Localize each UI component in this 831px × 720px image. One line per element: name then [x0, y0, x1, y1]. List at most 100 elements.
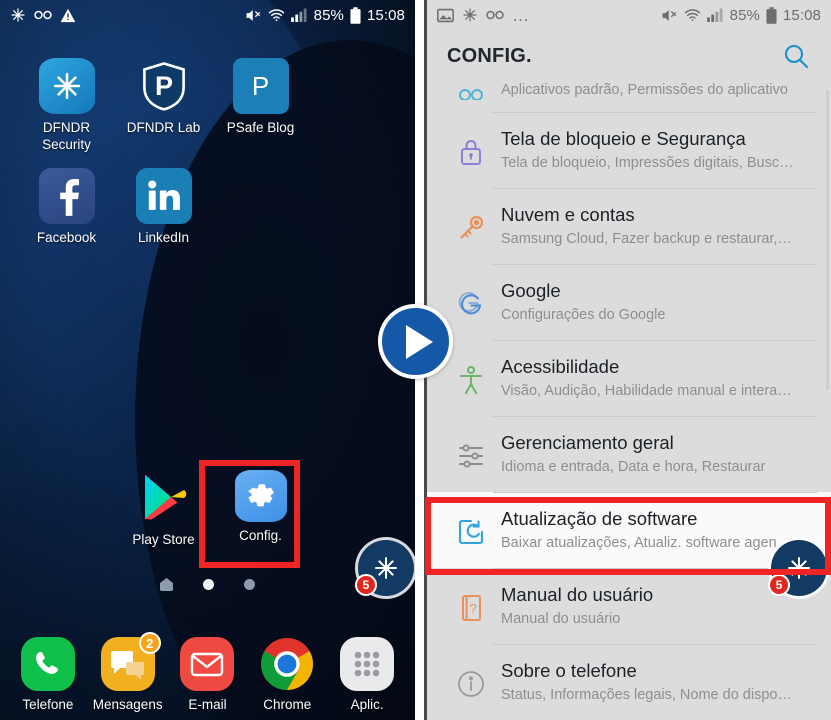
dock: Telefone 2 Mensagens E-mail Chrome Aplic…	[0, 632, 415, 712]
badge-count: 2	[138, 632, 161, 654]
settings-row-nuvem-e-contas[interactable]: Nuvem e contas Samsung Cloud, Fazer back…	[427, 188, 831, 264]
dock-item-telefone[interactable]: Telefone	[12, 636, 84, 712]
settings-header: CONFIG.	[427, 30, 831, 82]
mute-icon	[245, 8, 262, 23]
left-phone-home-screen: 85% 15:08 DFNDR Security P DFNDR Lab P P…	[0, 0, 415, 720]
settings-row-subtitle: Visão, Audição, Habilidade manual e inte…	[501, 383, 792, 400]
settings-list[interactable]: Aplicativos padrão, Permissões do aplica…	[427, 80, 831, 720]
more-dots-icon: …	[512, 5, 530, 25]
bubble-badge: 5	[355, 574, 377, 596]
settings-row-subtitle: Tela de bloqueio, Impressões digitais, B…	[501, 155, 794, 172]
wifi-icon	[268, 8, 285, 22]
dock-item-email[interactable]: E-mail	[171, 636, 243, 712]
linkedin-icon	[135, 167, 192, 224]
app-row-3: Play Store Config.	[0, 470, 309, 549]
page-title: CONFIG.	[447, 44, 532, 67]
floating-dfndr-bubble[interactable]: 5	[768, 540, 827, 596]
facebook-icon	[38, 167, 95, 224]
active-page-dot[interactable]	[203, 579, 214, 590]
app-play-store[interactable]: Play Store	[115, 470, 212, 549]
app-linkedin[interactable]: LinkedIn	[115, 167, 212, 247]
battery-percent-label: 85%	[313, 6, 344, 24]
settings-row-text: Tela de bloqueio e Segurança Tela de blo…	[501, 126, 813, 172]
settings-row-title: Manual do usuário	[501, 584, 654, 605]
settings-row-title: Acessibilidade	[501, 356, 620, 377]
user-manual-icon: ?	[449, 586, 493, 630]
settings-row-title: Tela de bloqueio e Segurança	[501, 128, 746, 149]
phone-icon	[20, 636, 76, 692]
settings-row-aplicativos[interactable]: Aplicativos padrão, Permissões do aplica…	[427, 80, 831, 112]
dock-item-aplic[interactable]: Aplic.	[331, 636, 403, 712]
settings-row-atualizacao-de-software[interactable]: Atualização de software Baixar atualizaç…	[427, 492, 831, 568]
settings-row-title: Nuvem e contas	[501, 204, 635, 225]
battery-percent-label: 85%	[729, 6, 760, 24]
page-indicator	[0, 578, 415, 591]
right-phone-settings-screen: … 85% 15:08 CONFIG. Aplicativos padrão, …	[424, 0, 831, 720]
settings-row-title: Sobre o telefone	[501, 660, 637, 681]
software-update-icon	[449, 510, 493, 554]
app-label: Play Store	[132, 532, 195, 547]
voicemail-icon	[486, 9, 504, 21]
app-dfndr-lab[interactable]: P DFNDR Lab	[115, 58, 212, 154]
settings-row-text: Manual do usuário Manual do usuário	[501, 582, 813, 628]
google-g-icon	[449, 282, 493, 326]
dock-item-chrome[interactable]: Chrome	[251, 636, 323, 712]
settings-row-text: Acessibilidade Visão, Audição, Habilidad…	[501, 354, 813, 400]
app-dfndr-security[interactable]: DFNDR Security	[18, 58, 115, 154]
lock-icon	[449, 130, 493, 174]
play-triangle-icon	[405, 324, 433, 359]
settings-row-title: Gerenciamento geral	[501, 432, 674, 453]
messages-icon: 2	[100, 632, 161, 692]
left-status-bar-icons	[10, 7, 76, 23]
settings-row-sobre-o-telefone[interactable]: Sobre o telefone Status, Informações leg…	[427, 644, 831, 720]
dfndr-security-icon	[38, 58, 95, 114]
app-label: Config.	[239, 528, 282, 543]
settings-gear-icon	[234, 470, 287, 522]
floating-dfndr-bubble[interactable]: 5	[355, 540, 414, 596]
warning-triangle-icon	[60, 8, 76, 23]
dock-label: E-mail	[188, 697, 227, 712]
app-label: PSafe Blog	[226, 120, 295, 135]
home-page-dot[interactable]	[160, 578, 173, 591]
settings-row-title: Atualização de software	[501, 508, 698, 529]
signal-icon	[290, 8, 308, 22]
svg-text:?: ?	[469, 601, 476, 616]
settings-row-acessibilidade[interactable]: Acessibilidade Visão, Audição, Habilidad…	[427, 340, 831, 416]
right-status-bar: … 85% 15:08	[427, 0, 831, 30]
scrollbar[interactable]	[826, 90, 829, 390]
apps-rings-icon	[449, 80, 493, 100]
battery-icon	[766, 6, 777, 24]
settings-row-text: Google Configurações do Google	[501, 278, 813, 324]
settings-row-text: Atualização de software Baixar atualizaç…	[501, 506, 813, 552]
settings-row-text: Nuvem e contas Samsung Cloud, Fazer back…	[501, 202, 813, 248]
play-store-icon	[136, 470, 192, 526]
settings-row-title: Google	[501, 280, 561, 301]
settings-row-subtitle: Samsung Cloud, Fazer backup e restaurar,…	[501, 231, 792, 248]
mute-icon	[661, 8, 678, 23]
left-status-bar: 85% 15:08	[0, 0, 415, 30]
app-label: DFNDR Lab	[126, 120, 201, 135]
app-row-2: Facebook LinkedIn	[0, 167, 415, 247]
sliders-icon	[449, 434, 493, 478]
svg-text:P: P	[154, 71, 172, 101]
inactive-page-dot[interactable]	[244, 579, 255, 590]
settings-row-text: Gerenciamento geral Idioma e entrada, Da…	[501, 430, 813, 476]
search-icon[interactable]	[781, 41, 811, 71]
left-status-bar-right: 85% 15:08	[245, 7, 405, 24]
signal-icon	[706, 8, 724, 22]
dfndr-star-icon	[462, 7, 478, 23]
settings-row-subtitle: Status, Informações legais, Nome do disp…	[501, 687, 792, 704]
app-psafe-blog[interactable]: P PSafe Blog	[212, 58, 309, 154]
bubble-badge: 5	[768, 574, 790, 596]
settings-row-google[interactable]: Google Configurações do Google	[427, 264, 831, 340]
settings-row-gerenciamento-geral[interactable]: Gerenciamento geral Idioma e entrada, Da…	[427, 416, 831, 492]
clock-label: 15:08	[366, 6, 405, 24]
clock-label: 15:08	[782, 6, 821, 24]
app-facebook[interactable]: Facebook	[18, 167, 115, 247]
play-button[interactable]	[378, 304, 453, 379]
dock-label: Aplic.	[350, 697, 384, 712]
app-label: Facebook	[36, 229, 97, 245]
dock-item-mensagens[interactable]: 2 Mensagens	[92, 632, 164, 712]
app-config[interactable]: Config.	[212, 470, 309, 549]
settings-row-tela-de-bloqueio[interactable]: Tela de bloqueio e Segurança Tela de blo…	[427, 112, 831, 188]
